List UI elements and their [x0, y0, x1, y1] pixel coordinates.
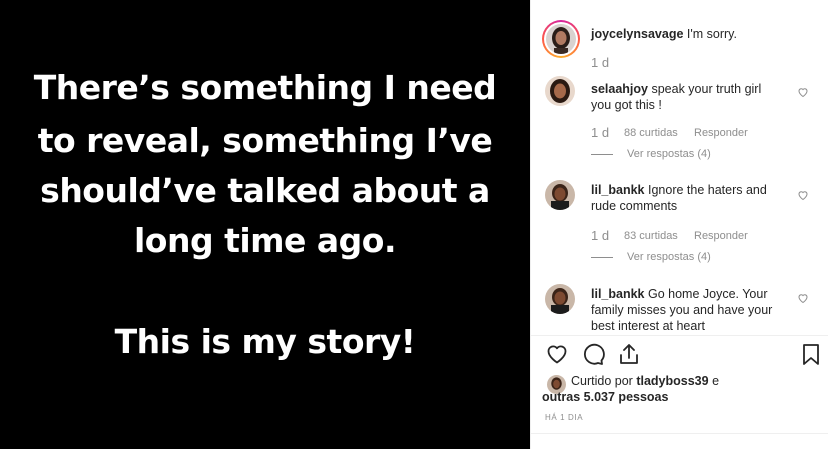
likes-user[interactable]: tladyboss39 — [636, 374, 708, 388]
comment-username[interactable]: selaahjoy — [591, 82, 648, 96]
actions-divider — [531, 335, 828, 336]
reply-button[interactable]: Responder — [694, 230, 748, 242]
comment-likes[interactable]: 88 curtidas — [624, 127, 678, 139]
footer-divider — [531, 433, 828, 434]
caption: joycelynsavage I'm sorry. — [591, 26, 737, 42]
comment-text: rude comments — [591, 199, 678, 213]
comment-likes[interactable]: 83 curtidas — [624, 230, 678, 242]
comment-like-icon[interactable] — [797, 292, 809, 304]
replies-divider — [591, 154, 613, 155]
post-text-line: should’ve talked about a — [40, 171, 490, 210]
reply-button[interactable]: Responder — [694, 127, 748, 139]
post-text-line: to reveal, something I’ve — [37, 121, 493, 160]
post-text-line: There’s something I need — [33, 68, 497, 107]
comment-text: Ignore the haters and — [647, 183, 767, 197]
view-replies-button[interactable]: Ver respostas (4) — [627, 251, 711, 263]
post-text-line: long time ago. — [133, 221, 397, 260]
comment-text: you got this ! — [591, 98, 662, 112]
comment-body: lil_bankk Ignore the haters and rude com… — [591, 182, 801, 214]
likes-summary: Curtido por tladyboss39 e — [571, 373, 719, 390]
heart-icon[interactable] — [545, 342, 569, 366]
replies-divider — [591, 257, 613, 258]
likes-others[interactable]: outras 5.037 pessoas — [542, 389, 668, 406]
post-text-line: This is my story! — [114, 322, 416, 361]
caption-time[interactable]: 1 d — [591, 55, 609, 70]
likes-prefix: Curtido por — [571, 374, 633, 388]
caption-text: I'm sorry. — [686, 27, 737, 41]
likes-suffix: e — [712, 374, 720, 388]
comment-text: Go home Joyce. Your — [647, 287, 768, 301]
bookmark-icon[interactable] — [799, 342, 823, 366]
comment-time[interactable]: 1 d — [591, 228, 609, 243]
share-icon[interactable] — [617, 342, 641, 366]
comment-body: selaahjoy speak your truth girl you got … — [591, 81, 801, 113]
comment-text: best interest at heart — [591, 319, 705, 333]
avatar[interactable] — [545, 284, 575, 314]
comment-text: speak your truth girl — [651, 82, 762, 96]
comment-body: lil_bankk Go home Joyce. Your family mis… — [591, 286, 811, 334]
view-replies-button[interactable]: Ver respostas (4) — [627, 148, 711, 160]
avatar[interactable] — [545, 180, 575, 210]
comment-icon[interactable] — [581, 342, 605, 366]
caption-username[interactable]: joycelynsavage — [591, 27, 683, 41]
comment-clip: lil_bankk Go home Joyce. Your family mis… — [531, 280, 828, 335]
comment-username[interactable]: lil_bankk — [591, 183, 645, 197]
comments-panel: joycelynsavage I'm sorry. 1 d selaahjoy … — [530, 0, 828, 449]
comment-like-icon[interactable] — [797, 189, 809, 201]
story-ring[interactable] — [542, 20, 580, 58]
avatar[interactable] — [545, 76, 575, 106]
comment-time[interactable]: 1 d — [591, 125, 609, 140]
comment-like-icon[interactable] — [797, 86, 809, 98]
comment-text: family misses you and have your — [591, 303, 773, 317]
avatar[interactable] — [546, 24, 576, 54]
post-image[interactable]: There’s something I need to reveal, some… — [0, 0, 530, 449]
comment-username[interactable]: lil_bankk — [591, 287, 645, 301]
post-time[interactable]: HÁ 1 DIA — [545, 413, 583, 422]
